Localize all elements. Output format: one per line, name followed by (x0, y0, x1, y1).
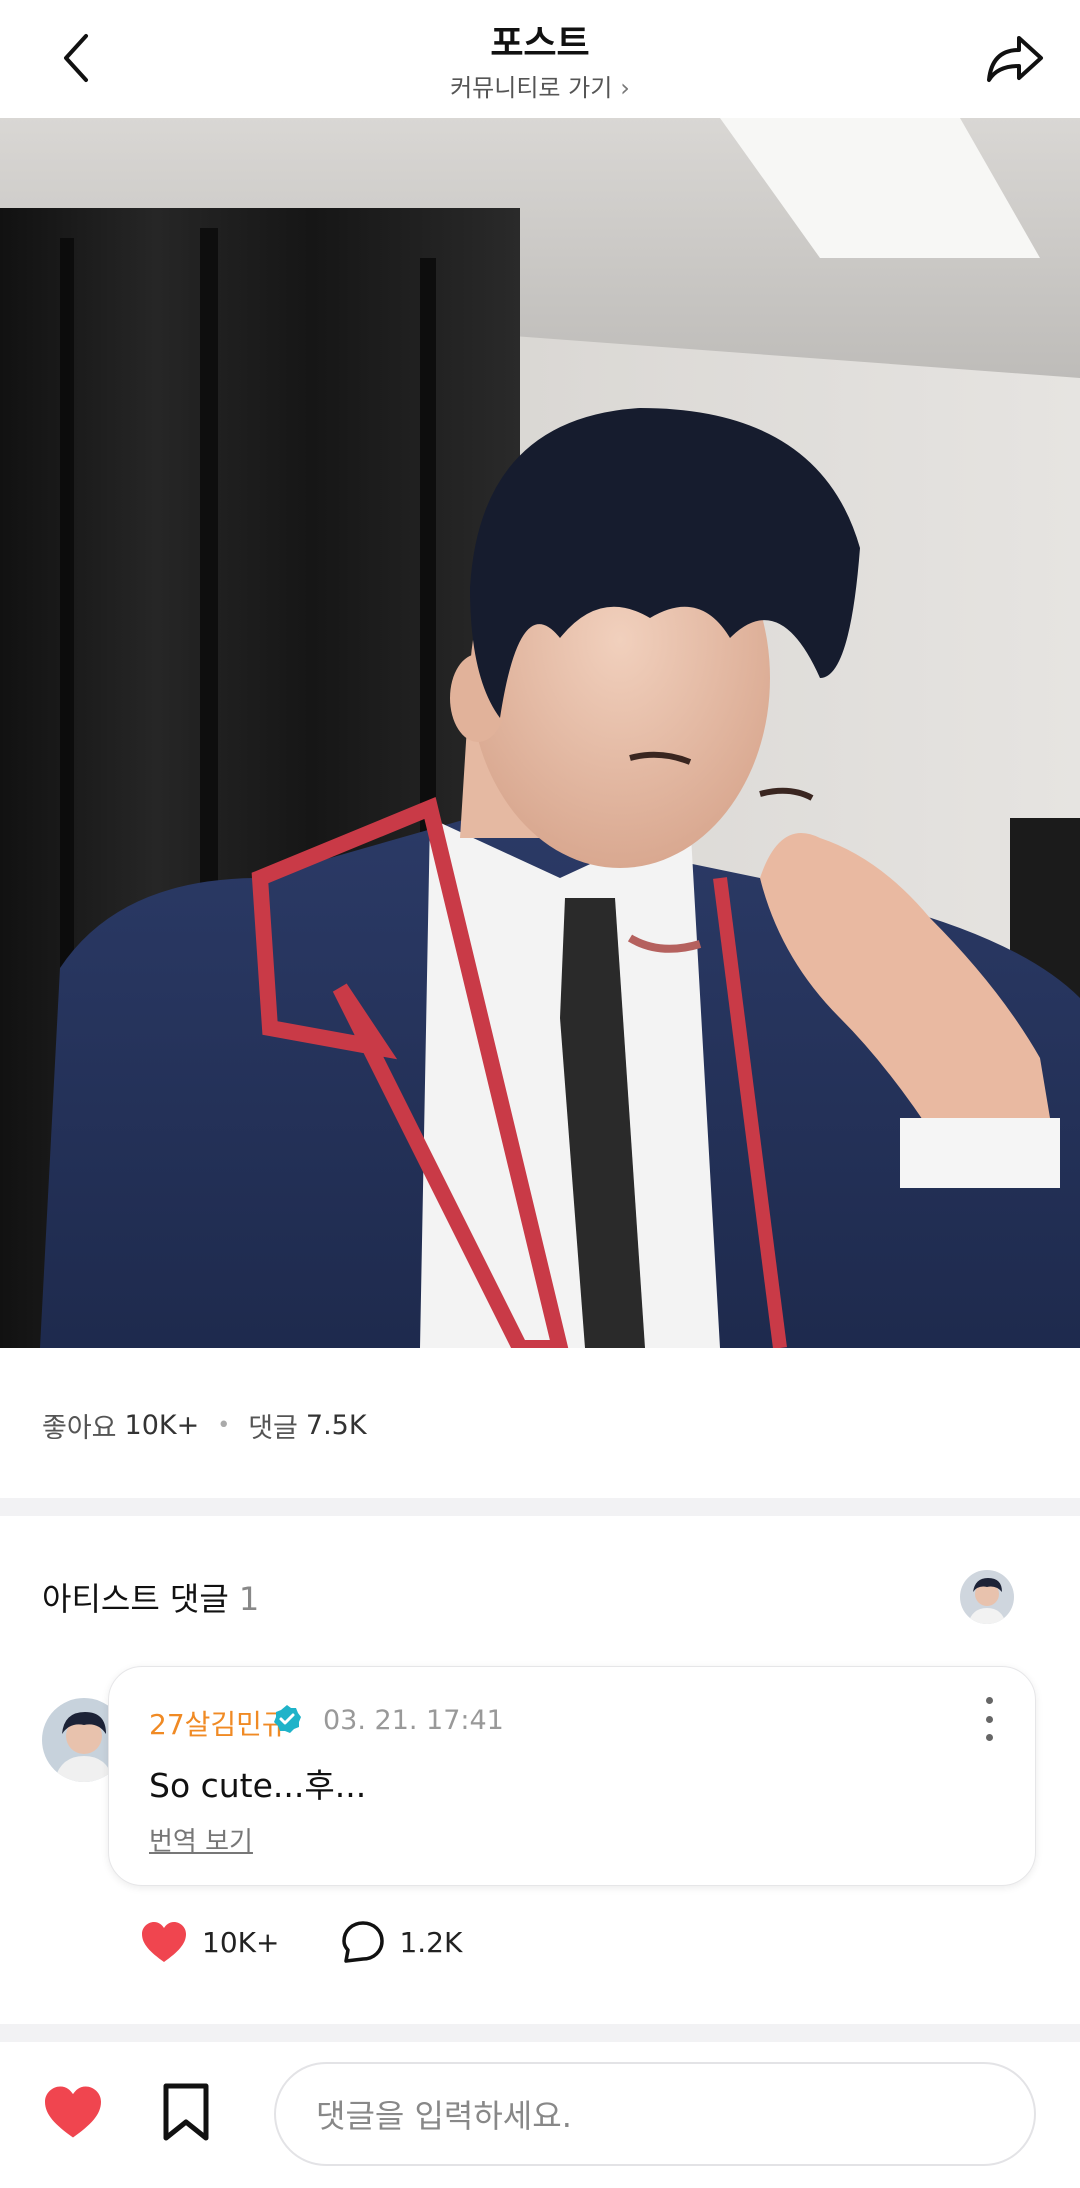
chevron-right-icon: › (620, 74, 630, 102)
more-dot-icon (985, 1697, 993, 1704)
page-title: 포스트 (490, 23, 590, 64)
comment-reply-count: 1.2K (399, 1925, 463, 1959)
comment-date: 03. 21. 17:41 (323, 1705, 504, 1736)
translate-link[interactable]: 번역 보기 (149, 1821, 253, 1858)
likes-label: 좋아요 (42, 1413, 117, 1444)
more-dot-icon (985, 1734, 993, 1741)
post-photo[interactable] (0, 118, 1080, 1348)
go-to-community-link[interactable]: 커뮤니티로 가기 › (0, 68, 1080, 103)
heart-icon (142, 1922, 186, 1962)
artist-comments-title: 아티스트 댓글 1 (42, 1574, 259, 1620)
go-to-community-label: 커뮤니티로 가기 (450, 74, 613, 102)
top-app-bar: 포스트 커뮤니티로 가기 › (0, 0, 1080, 118)
comments-count: 7.5K (305, 1410, 367, 1441)
bottom-action-bar: 댓글을 입력하세요. (0, 2042, 1080, 2188)
likes-count: 10K+ (124, 1410, 200, 1441)
share-forward-icon (987, 36, 1043, 82)
photo-illustration (0, 118, 1080, 1348)
artist-comments-label: 아티스트 댓글 (42, 1580, 229, 1618)
share-button[interactable] (976, 20, 1052, 96)
comment-reactions: 10K+ 1.2K (140, 1920, 524, 1964)
artist-comment-card: 27살김민규 03. 21. 17:41 So cute...후... 번역 보… (108, 1666, 1036, 1886)
verified-badge-icon (274, 1705, 301, 1733)
comment-reply-button[interactable]: 1.2K (341, 1920, 462, 1964)
comment-like-count: 10K+ (202, 1925, 280, 1959)
artist-avatar[interactable] (960, 1570, 1014, 1624)
artist-comments-count: 1 (238, 1580, 260, 1618)
comment-like-button[interactable]: 10K+ (140, 1920, 279, 1964)
comments-label: 댓글 (248, 1413, 298, 1444)
separator-dot: • (217, 1413, 231, 1438)
speech-bubble-icon (342, 1921, 385, 1963)
section-divider (0, 1498, 1080, 1516)
more-options-button[interactable] (979, 1697, 999, 1741)
heart-icon (45, 2086, 101, 2138)
comment-input[interactable]: 댓글을 입력하세요. (274, 2062, 1036, 2166)
section-divider (0, 2024, 1080, 2042)
like-post-button[interactable] (42, 2084, 104, 2146)
avatar-image (960, 1570, 1014, 1624)
post-stats: 좋아요 10K+ • 댓글 7.5K (42, 1406, 367, 1445)
comment-input-placeholder: 댓글을 입력하세요. (316, 2097, 572, 2135)
bookmark-icon (163, 2083, 209, 2141)
more-dot-icon (985, 1715, 993, 1723)
bookmark-button[interactable] (160, 2082, 222, 2144)
comment-author-name[interactable]: 27살김민규 (149, 1703, 288, 1743)
comment-text: So cute...후... (149, 1766, 367, 1805)
